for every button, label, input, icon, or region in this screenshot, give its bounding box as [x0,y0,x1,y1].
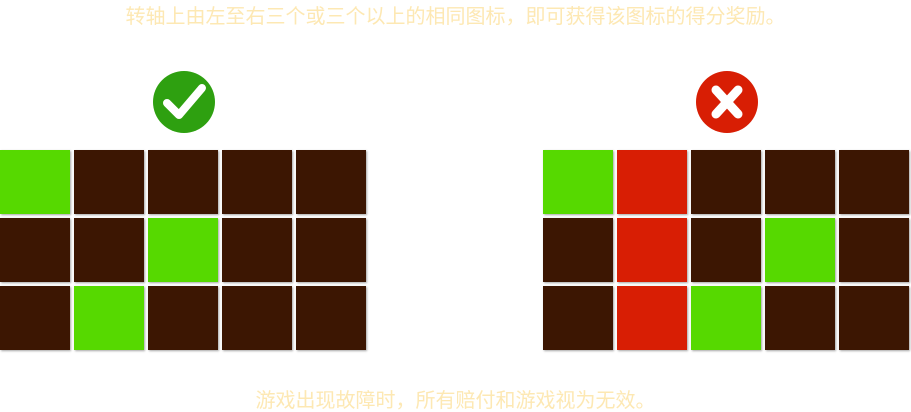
grid-cell-empty [765,150,835,214]
incorrect-example-grid [543,150,909,350]
rule-text-top: 转轴上由左至右三个或三个以上的相同图标，即可获得该图标的得分奖励。 [125,4,786,28]
grid-cell-win [691,286,761,350]
grid-cell-empty [148,286,218,350]
grid-cell-empty [222,150,292,214]
grid-cell-empty [74,150,144,214]
grid-cell-win [543,150,613,214]
grid-cell-empty [296,286,366,350]
grid-cell-empty [296,218,366,282]
grid-cell-empty [74,218,144,282]
grid-cell-win [0,150,70,214]
grid-cell-lose [617,286,687,350]
grid-cell-empty [296,150,366,214]
grid-cell-empty [222,218,292,282]
checkmark-icon [152,70,216,134]
grid-cell-empty [0,218,70,282]
grid-cell-empty [691,150,761,214]
grid-cell-win [74,286,144,350]
grid-cell-lose [617,218,687,282]
grid-cell-empty [765,286,835,350]
grid-cell-win [148,218,218,282]
grid-cell-empty [691,218,761,282]
cross-icon [695,70,759,134]
grid-cell-win [765,218,835,282]
grid-cell-empty [839,286,909,350]
grid-cell-empty [543,218,613,282]
grid-cell-empty [839,218,909,282]
grid-cell-lose [617,150,687,214]
grid-cell-empty [148,150,218,214]
grid-cell-empty [0,286,70,350]
rule-text-bottom: 游戏出现故障时，所有赔付和游戏视为无效。 [255,388,656,412]
grid-cell-empty [839,150,909,214]
grid-cell-empty [222,286,292,350]
correct-example-grid [0,150,366,350]
grid-cell-empty [543,286,613,350]
